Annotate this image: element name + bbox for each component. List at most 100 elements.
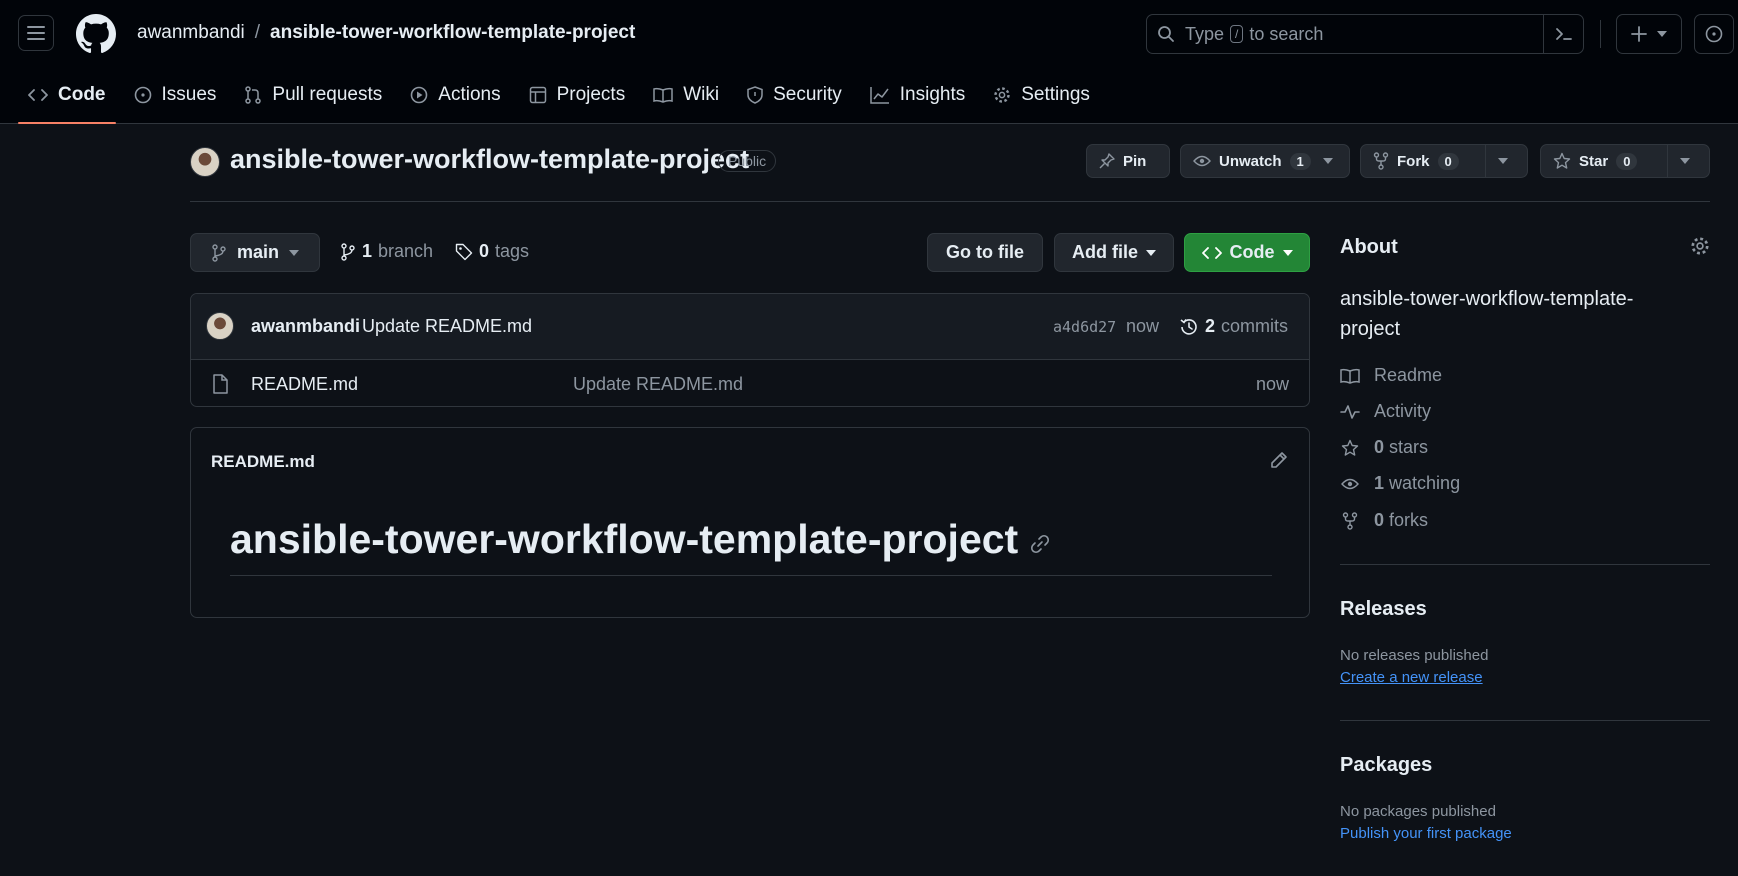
table-row[interactable]: README.md Update README.md now: [191, 360, 1309, 406]
fork-counter: 0: [1437, 152, 1459, 170]
tab-pull-requests[interactable]: Pull requests: [234, 70, 392, 120]
fork-label: Fork: [1397, 152, 1430, 170]
search-icon: [1158, 26, 1174, 42]
go-to-file-label: Go to file: [946, 242, 1024, 262]
commit-count-label: commits: [1221, 316, 1289, 336]
command-palette-button[interactable]: [1543, 15, 1583, 53]
commit-author[interactable]: awanmbandi: [251, 316, 360, 337]
github-logo-icon[interactable]: [76, 14, 116, 54]
tab-issues-label: Issues: [161, 84, 217, 105]
tab-security[interactable]: Security: [737, 70, 852, 120]
tab-insights[interactable]: Insights: [860, 70, 975, 120]
pin-icon: [1099, 153, 1115, 169]
eye-icon: [1341, 478, 1359, 489]
stars-link[interactable]: 0 stars: [1340, 437, 1428, 458]
terminal-icon: [1555, 28, 1572, 40]
activity-link[interactable]: Activity: [1340, 401, 1431, 422]
page-title[interactable]: ansible-tower-workflow-template-project: [230, 144, 749, 175]
create-new-button[interactable]: [1616, 14, 1682, 54]
caret-down-icon: [289, 249, 300, 256]
code-icon: [28, 89, 48, 101]
tab-wiki[interactable]: Wiki: [643, 70, 729, 120]
issue-icon: [134, 86, 151, 104]
stars-count: 0: [1374, 437, 1385, 457]
owner-avatar[interactable]: [190, 147, 220, 177]
releases-heading[interactable]: Releases: [1340, 598, 1427, 621]
tab-projects[interactable]: Projects: [519, 70, 636, 120]
tab-actions-label: Actions: [438, 84, 501, 105]
branch-selector[interactable]: main: [190, 233, 320, 272]
star-icon: [1553, 152, 1571, 169]
caret-down-icon: [1680, 158, 1690, 164]
branch-count: 1: [362, 241, 373, 261]
pin-button[interactable]: Pin: [1086, 144, 1170, 178]
readme-heading: ansible-tower-workflow-template-project: [230, 516, 1272, 576]
code-button[interactable]: Code: [1184, 233, 1310, 272]
search-shortcut-key: /: [1230, 25, 1244, 43]
code-icon: [1201, 246, 1222, 259]
commit-author-avatar[interactable]: [206, 312, 234, 340]
caret-down-icon: [1657, 31, 1667, 37]
go-to-file-button[interactable]: Go to file: [927, 233, 1043, 272]
tab-actions[interactable]: Actions: [400, 70, 510, 120]
fork-icon: [1373, 152, 1389, 170]
readme-link[interactable]: Readme: [1340, 365, 1442, 386]
header-divider: [1600, 20, 1601, 48]
watch-button[interactable]: Unwatch 1: [1180, 144, 1350, 178]
owner-link[interactable]: awanmbandi: [137, 22, 245, 44]
caret-down-icon: [1322, 158, 1333, 164]
watch-dropdown[interactable]: [1319, 145, 1341, 177]
tags-link[interactable]: 0 tags: [455, 241, 529, 262]
add-file-button[interactable]: Add file: [1054, 233, 1174, 272]
create-release-link[interactable]: Create a new release: [1340, 669, 1483, 686]
code-button-label: Code: [1229, 242, 1275, 262]
pin-label: Pin: [1123, 152, 1147, 170]
branch-icon: [341, 242, 355, 261]
pencil-icon[interactable]: [1269, 450, 1289, 470]
star-label: Star: [1579, 152, 1609, 170]
forks-label: forks: [1389, 510, 1429, 530]
tab-settings[interactable]: Settings: [983, 70, 1100, 120]
readme-link-label: Readme: [1374, 365, 1443, 385]
star-button[interactable]: Star 0: [1540, 144, 1710, 178]
readme-filename[interactable]: README.md: [211, 452, 315, 472]
gear-icon[interactable]: [1690, 236, 1710, 256]
pull-request-icon: [245, 86, 262, 104]
branch-count-label: branch: [378, 241, 434, 261]
tab-code[interactable]: Code: [18, 70, 116, 124]
packages-empty-text: No packages published: [1340, 803, 1496, 820]
hamburger-icon: [27, 26, 45, 40]
menu-button[interactable]: [18, 15, 54, 51]
commit-message[interactable]: Update README.md: [362, 316, 532, 337]
releases-empty-text: No releases published: [1340, 647, 1489, 664]
book-icon: [653, 87, 673, 103]
watching-count: 1: [1374, 473, 1385, 493]
book-icon: [1340, 368, 1360, 384]
pulse-icon: [1340, 404, 1360, 419]
about-description: ansible-tower-workflow-template-project: [1340, 288, 1634, 340]
packages-heading[interactable]: Packages: [1340, 754, 1432, 777]
shield-icon: [747, 86, 763, 104]
caret-down-icon: [1282, 249, 1293, 256]
file-name[interactable]: README.md: [251, 374, 358, 395]
watching-link[interactable]: 1 watching: [1340, 473, 1460, 494]
commit-time: now: [1126, 316, 1160, 336]
fork-dropdown[interactable]: [1485, 145, 1520, 177]
publish-package-link[interactable]: Publish your first package: [1340, 825, 1512, 842]
file-commit-message[interactable]: Update README.md: [573, 374, 743, 395]
branches-link[interactable]: 1 branch: [340, 241, 433, 262]
star-dropdown[interactable]: [1667, 145, 1702, 177]
watch-label: Unwatch: [1219, 152, 1282, 170]
forks-count: 0: [1374, 510, 1385, 530]
activity-link-label: Activity: [1374, 401, 1432, 421]
commits-history-link[interactable]: 2 commits: [1179, 316, 1288, 337]
forks-link[interactable]: 0 forks: [1340, 510, 1428, 531]
tab-issues[interactable]: Issues: [124, 70, 227, 120]
issues-button[interactable]: [1694, 14, 1734, 54]
link-icon[interactable]: [1030, 534, 1050, 554]
repo-link[interactable]: ansible-tower-workflow-template-project: [270, 22, 635, 44]
commit-sha[interactable]: a4d6d27: [1053, 318, 1116, 336]
search-input[interactable]: Type / to search: [1146, 14, 1584, 54]
add-file-label: Add file: [1072, 242, 1138, 262]
fork-button[interactable]: Fork 0: [1360, 144, 1528, 178]
